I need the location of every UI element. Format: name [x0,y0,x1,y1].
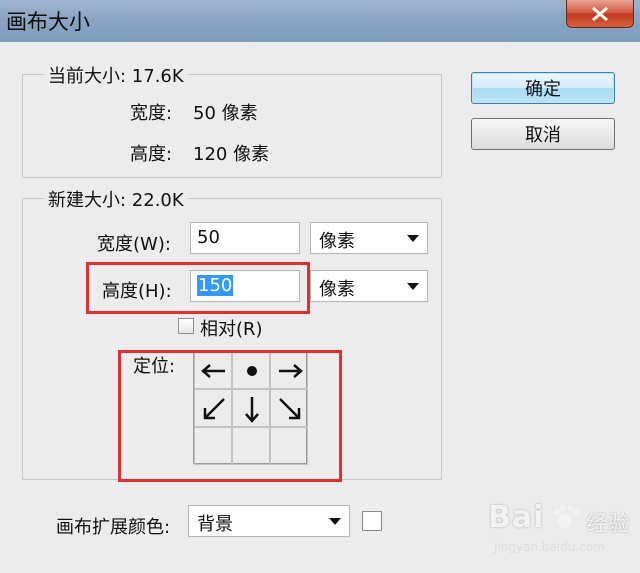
watermark-brand: Bai [488,500,545,535]
height-unit-value: 像素 [319,279,355,300]
height-unit-select[interactable]: 像素 [310,270,428,302]
extension-color-value: 背景 [197,514,233,535]
width-unit-value: 像素 [319,231,355,252]
new-width-label: 宽度(W): [97,234,171,255]
chevron-down-icon [407,283,419,290]
ok-button[interactable]: 确定 [471,72,615,104]
watermark: Bai 经验 jingyan.baidu.com [488,496,636,562]
watermark-product: 经验 [586,512,631,537]
relative-label: 相对(R) [200,319,263,340]
height-highlight-box [86,262,310,314]
cancel-button[interactable]: 取消 [471,118,615,150]
width-input[interactable]: 50 [190,222,300,254]
cancel-button-label: 取消 [525,125,561,146]
current-width-label: 宽度: [130,103,173,124]
ok-button-label: 确定 [525,79,561,100]
current-height-value: 120 像素 [193,144,270,165]
window-title: 画布大小 [6,10,90,34]
extension-color-select[interactable]: 背景 [188,505,350,537]
anchor-highlight-box [118,350,342,482]
relative-checkbox[interactable] [178,318,194,334]
width-input-value: 50 [197,227,220,248]
current-size-legend: 当前大小: 17.6K [44,62,188,88]
watermark-url: jingyan.baidu.com [494,540,605,554]
width-unit-select[interactable]: 像素 [310,222,428,254]
chevron-down-icon [329,518,341,525]
title-bar: 画布大小 [0,0,640,43]
extension-color-label: 画布扩展颜色: [56,517,171,538]
new-size-legend: 新建大小: 22.0K [44,186,188,212]
color-swatch[interactable] [362,511,382,531]
close-button[interactable] [566,0,634,28]
close-icon [592,6,608,22]
paw-logo-icon [554,505,579,528]
current-height-label: 高度: [130,144,173,165]
chevron-down-icon [407,235,419,242]
current-width-value: 50 像素 [193,103,258,124]
